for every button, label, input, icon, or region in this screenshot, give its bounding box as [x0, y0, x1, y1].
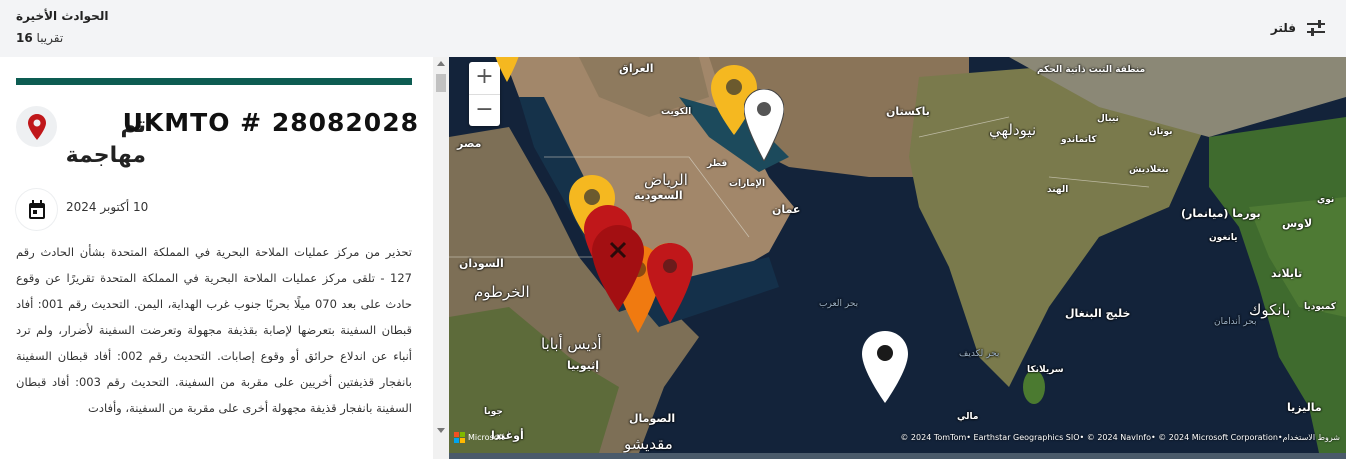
map-label: مالي	[957, 412, 979, 422]
incident-id: UKMTO # 28082028	[122, 108, 419, 137]
map-label: بحر العرب	[819, 299, 859, 309]
incident-description: تحذير من مركز عمليات الملاحة البحرية في …	[16, 245, 412, 415]
incident-panel: تم مهاجمة UKMTO # 28082028 10 أكتوبر 202…	[0, 57, 433, 459]
date-icon-circle	[16, 189, 57, 230]
page-title: الحوادث الأخيرة	[16, 9, 109, 23]
map-label: سريلانكا	[1027, 365, 1064, 375]
incident-pin[interactable]	[492, 57, 522, 82]
brand-text: Microsoft	[468, 433, 505, 442]
accent-bar	[16, 78, 412, 85]
map-label: الهند	[1047, 185, 1069, 195]
map-label: الصومال	[629, 412, 676, 425]
map-pin-icon	[27, 113, 46, 140]
incident-map[interactable]: + − العراق الكويت قطر الرياض السعودية ال…	[449, 57, 1346, 453]
zoom-out-button[interactable]: −	[469, 95, 500, 127]
map-label: نيودلهي	[989, 121, 1037, 139]
scroll-down-arrow-icon[interactable]	[437, 428, 445, 433]
count-label: تقريبا	[36, 31, 64, 45]
scroll-thumb[interactable]	[436, 74, 446, 92]
map-label: الخرطوم	[474, 283, 530, 301]
map-label: الكويت	[661, 107, 692, 117]
map-label: مقديشو	[624, 435, 673, 453]
incident-pin[interactable]	[647, 243, 693, 323]
selected-incident-pin[interactable]	[592, 225, 644, 311]
incident-pin[interactable]	[862, 331, 908, 403]
map-label: مصر	[457, 137, 482, 150]
map-label: أديس أبابا	[541, 335, 602, 353]
map-label: الرياض	[644, 171, 688, 189]
map-label: ماليزيا	[1287, 401, 1322, 414]
map-label: إثيوبيا	[567, 359, 600, 372]
map-label: نيبال	[1097, 114, 1119, 124]
count-value: 16	[16, 31, 33, 45]
filter-label: فلتر	[1270, 21, 1296, 35]
scroll-up-arrow-icon[interactable]	[437, 61, 445, 66]
calendar-icon	[28, 199, 45, 219]
map-label: منطقة التبت ذاتية الحكم	[1037, 65, 1146, 75]
microsoft-logo: Microsoft	[454, 432, 504, 443]
map-label: خليج البنغال	[1065, 307, 1131, 320]
map-label: تايلاند	[1271, 267, 1303, 280]
map-label: بحر لكديف	[959, 349, 1000, 359]
map-label: الإمارات	[729, 179, 766, 189]
panel-scrollbar[interactable]	[433, 57, 449, 459]
map-label: بنغلاديش	[1129, 165, 1169, 175]
map-label: لاوس	[1282, 217, 1313, 230]
filter-button[interactable]: فلتر	[1271, 16, 1326, 40]
map-label: السودان	[459, 257, 504, 270]
map-label: يانغون	[1209, 233, 1238, 243]
map-label: كمبوديا	[1304, 302, 1336, 312]
status-icon-circle	[16, 106, 57, 147]
top-bar: الحوادث الأخيرة تقريبا 16 فلتر	[0, 0, 1346, 57]
map-label: باكستان	[886, 105, 930, 118]
incident-date: 10 أكتوبر 2024	[66, 200, 149, 214]
map-label: جوبا	[484, 407, 503, 417]
map-label: عمان	[772, 203, 801, 216]
map-label: كاتماندو	[1061, 135, 1097, 145]
map-label: بحر أندامان	[1214, 317, 1257, 327]
sliders-icon	[1307, 20, 1325, 36]
map-label: السعودية	[634, 189, 683, 202]
map-copyright[interactable]: © 2024 TomTom• Earthstar Geographics SIO…	[900, 433, 1340, 442]
map-label: بورما (ميانمار)	[1181, 207, 1261, 220]
map-label: نوي	[1317, 195, 1335, 205]
incident-pin[interactable]	[744, 89, 784, 161]
map-bottom-strip	[449, 453, 1346, 459]
map-label: العراق	[619, 62, 654, 75]
incident-count: تقريبا 16	[16, 31, 63, 45]
map-label: بوتان	[1149, 127, 1173, 137]
map-label: قطر	[707, 159, 728, 169]
microsoft-logo-icon	[454, 432, 465, 443]
